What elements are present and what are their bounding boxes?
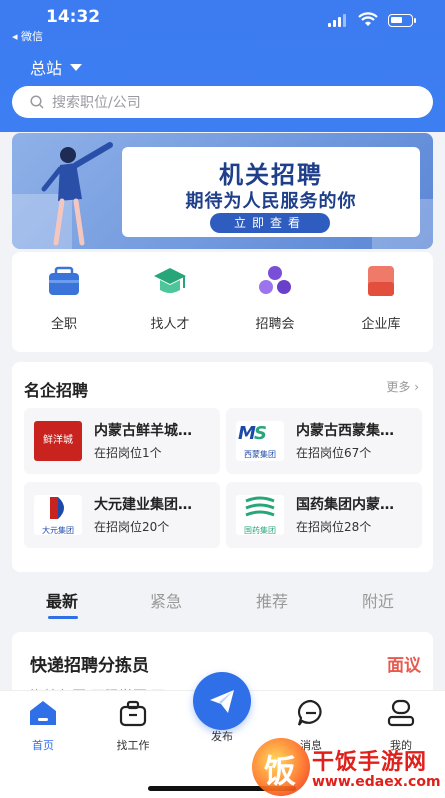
company-name: 内蒙古西蒙集…: [296, 423, 394, 439]
company-logo-mark: [245, 496, 275, 517]
company-card[interactable]: 国药集团 国药集团内蒙… 在招岗位28个: [226, 482, 422, 548]
home-icon: [30, 701, 56, 725]
job-search-icon: [119, 700, 147, 727]
category-label: 找人才: [150, 317, 190, 332]
status-bar: 14:32 ◂ 微信: [0, 0, 445, 44]
app-header: 14:32 ◂ 微信 总站 搜索职位/公司: [0, 0, 445, 132]
tab-nearby[interactable]: 附近: [362, 588, 394, 612]
nav-home[interactable]: 首页: [13, 699, 73, 753]
battery-icon: [388, 14, 416, 27]
company-name: 内蒙古鲜羊城…: [94, 423, 192, 439]
job-title: 快递招聘分拣员: [30, 656, 149, 676]
company-card[interactable]: 鲜洋城 内蒙古鲜羊城… 在招岗位1个: [24, 408, 220, 474]
status-time: 14:32: [46, 7, 101, 27]
logo-text: 大元集团: [42, 526, 74, 535]
nav-label: 首页: [32, 739, 54, 752]
tab-urgent[interactable]: 紧急: [150, 588, 182, 612]
banner-title: 机关招聘: [219, 161, 323, 189]
company-card[interactable]: M S 西蒙集团 内蒙古西蒙集… 在招岗位67个: [226, 408, 422, 474]
station-label: 总站: [30, 59, 63, 78]
briefcase-icon: [49, 266, 79, 295]
paper-plane-icon: [210, 690, 234, 713]
job-tabs: 最新 紧急 推荐 附近: [0, 580, 445, 620]
logo-text: 国药集团: [244, 526, 276, 535]
company-logo: 大元集团: [34, 495, 82, 535]
company-positions: 在招岗位67个: [296, 446, 372, 460]
company-positions: 在招岗位28个: [296, 520, 372, 534]
company-card[interactable]: 大元集团 大元建业集团… 在招岗位20个: [24, 482, 220, 548]
search-icon: [30, 95, 44, 109]
company-library-icon: [368, 266, 394, 296]
watermark-glyph: 饭: [264, 752, 297, 790]
banner-card: 机关招聘 期待为人民服务的你 立即查看: [122, 147, 420, 237]
banner-subtitle: 期待为人民服务的你: [185, 191, 357, 212]
profile-icon: [387, 699, 415, 727]
logo-text: 西蒙集团: [244, 450, 276, 459]
company-positions: 在招岗位20个: [94, 520, 170, 534]
station-selector[interactable]: 总站: [30, 55, 83, 79]
more-link[interactable]: 更多 ›: [386, 378, 419, 395]
search-placeholder: 搜索职位/公司: [52, 95, 141, 111]
company-logo-mark: M S: [238, 423, 267, 444]
category-full-time[interactable]: 全职: [24, 264, 104, 332]
category-find-talent[interactable]: 找人才: [130, 264, 210, 332]
job-fair-icon: [259, 266, 291, 294]
company-positions: 在招岗位1个: [94, 446, 162, 460]
banner-woman-illustration: [41, 142, 113, 246]
active-tab-indicator: [48, 616, 78, 619]
company-logo: 国药集团: [236, 495, 284, 535]
category-company-library[interactable]: 企业库: [341, 264, 421, 332]
watermark-logo: 饭: [252, 738, 310, 796]
wifi-icon: [358, 12, 378, 26]
svg-text:S: S: [254, 423, 267, 444]
company-name: 大元建业集团…: [94, 497, 192, 513]
section-title: 名企招聘: [24, 381, 89, 400]
company-name: 国药集团内蒙…: [296, 497, 394, 513]
category-label: 企业库: [361, 317, 401, 332]
publish-label: 发布: [211, 730, 233, 743]
category-label: 招聘会: [255, 317, 295, 332]
watermark-url: www.edaex.com: [312, 774, 441, 790]
logo-text: 鲜洋城: [43, 435, 73, 446]
category-label: 全职: [50, 317, 77, 332]
message-icon: [297, 699, 322, 726]
company-logo: 鲜洋城: [34, 421, 82, 461]
nav-label: 找工作: [116, 739, 150, 752]
category-job-fair[interactable]: 招聘会: [235, 264, 315, 332]
back-to-wechat-link[interactable]: ◂ 微信: [12, 28, 43, 44]
company-logo: M S 西蒙集团: [236, 421, 284, 461]
promo-banner[interactable]: 机关招聘 期待为人民服务的你 立即查看: [12, 133, 433, 249]
cellular-signal-icon: [328, 14, 348, 27]
publish-button[interactable]: [193, 672, 251, 730]
graduation-cap-icon: [154, 268, 186, 293]
tab-latest[interactable]: 最新: [46, 588, 78, 612]
famous-companies-section: 名企招聘 更多 › 鲜洋城 内蒙古鲜羊城… 在招岗位1个 M S 西蒙集团 内蒙…: [12, 362, 433, 572]
caret-down-icon: [70, 63, 83, 71]
nav-find-job[interactable]: 找工作: [103, 699, 163, 753]
site-watermark: 饭 干饭手游网 www.edaex.com: [252, 738, 442, 796]
watermark-name: 干饭手游网: [312, 750, 428, 775]
category-grid: 全职 找人才 招聘会 企业库: [12, 252, 433, 352]
company-logo-mark: [50, 497, 64, 519]
job-pay: 面议: [387, 656, 421, 676]
tab-recommended[interactable]: 推荐: [256, 588, 288, 612]
search-bar[interactable]: 搜索职位/公司: [12, 86, 433, 118]
banner-view-button[interactable]: 立即查看: [210, 213, 330, 233]
